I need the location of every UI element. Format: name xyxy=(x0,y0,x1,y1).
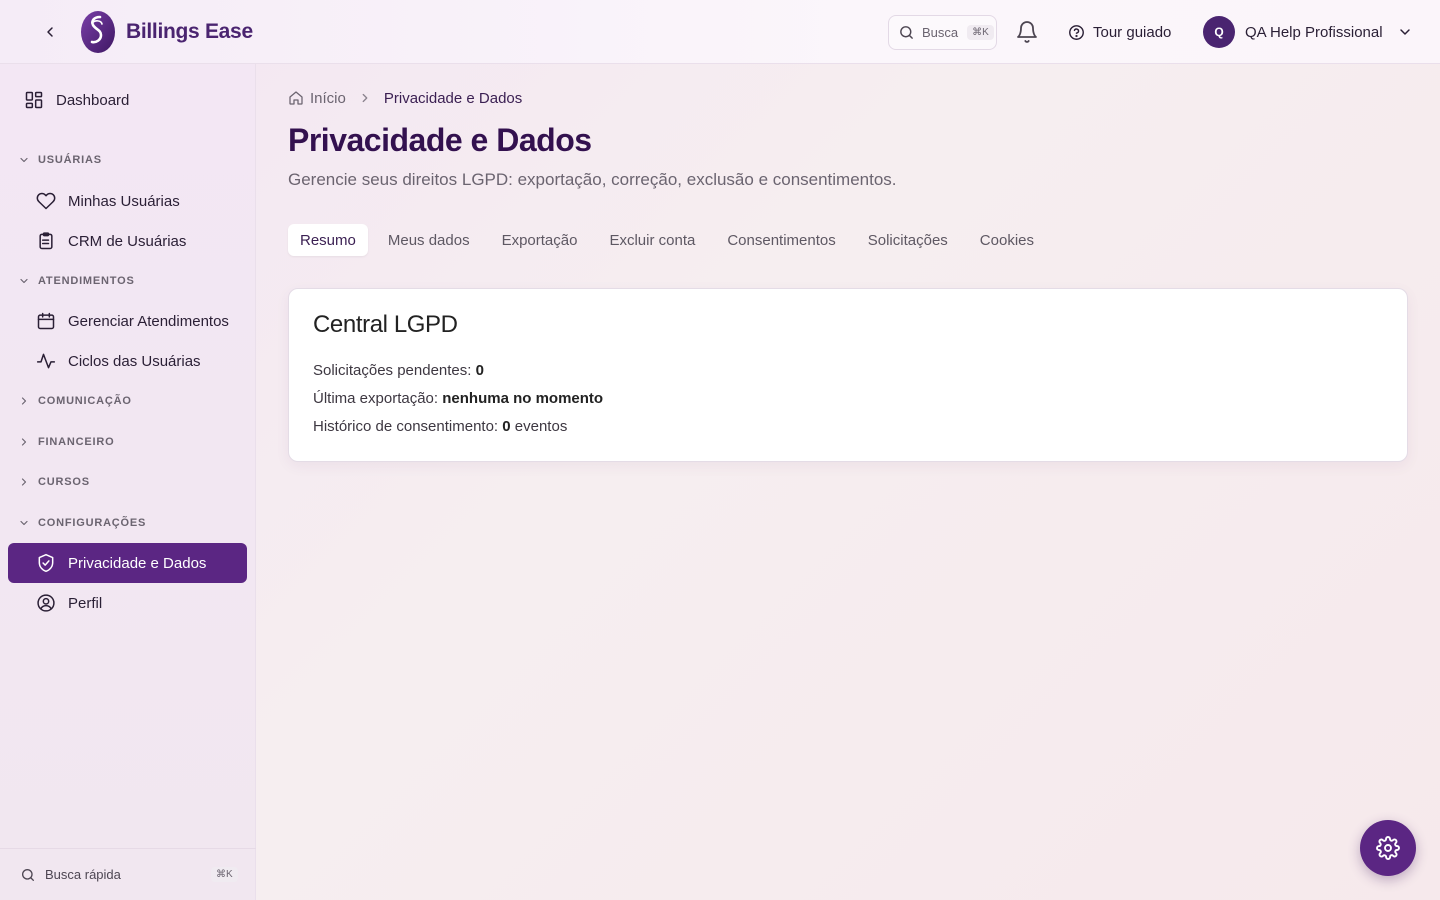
user-name: QA Help Profissional xyxy=(1245,23,1383,41)
avatar: Q xyxy=(1203,16,1235,48)
section-financeiro[interactable]: FINANCEIRO xyxy=(18,432,114,452)
sidebar: Dashboard USUÁRIAS Minhas Usuárias CRM d… xyxy=(0,64,256,900)
lgpd-summary-card: Central LGPD Solicitações pendentes: 0 Ú… xyxy=(288,288,1408,462)
section-label: ATENDIMENTOS xyxy=(38,275,135,287)
last-export-label: Última exportação: xyxy=(313,390,439,407)
shield-check-icon xyxy=(38,553,54,573)
top-bar: Billings Ease Busca ⌘K Tour guiado Q QA … xyxy=(0,0,1440,64)
chevron-down-icon xyxy=(1399,29,1410,35)
quick-search-label: Busca rápida xyxy=(45,867,121,882)
sidebar-item-label: Perfil xyxy=(68,594,103,612)
activity-icon xyxy=(36,353,56,369)
section-label: COMUNICAÇÃO xyxy=(38,395,132,407)
breadcrumb: Início Privacidade e Dados xyxy=(288,88,522,108)
home-icon xyxy=(289,91,303,105)
chevron-down-icon xyxy=(20,157,28,163)
gear-icon xyxy=(1376,836,1400,860)
section-configuracoes[interactable]: CONFIGURAÇÕES xyxy=(18,513,146,533)
section-label: CONFIGURAÇÕES xyxy=(38,517,147,529)
section-cursos[interactable]: CURSOS xyxy=(18,472,90,492)
page-subtitle: Gerencie seus direitos LGPD: exportação,… xyxy=(288,170,897,189)
search-shortcut: ⌘K xyxy=(967,25,994,40)
heart-icon xyxy=(36,192,56,210)
last-export-value: nenhuma no momento xyxy=(442,390,604,407)
app-logo[interactable]: Billings Ease xyxy=(80,10,253,54)
pending-requests-label: Solicitações pendentes: xyxy=(313,362,472,379)
tab-resumo[interactable]: Resumo xyxy=(288,224,368,256)
tab-consentimentos[interactable]: Consentimentos xyxy=(711,224,851,256)
search-icon xyxy=(900,26,913,39)
app-name: Billings Ease xyxy=(126,20,253,43)
help-circle-icon xyxy=(1069,24,1084,40)
chevron-right-icon xyxy=(21,397,27,405)
sidebar-item-perfil[interactable]: Perfil xyxy=(36,583,102,623)
guided-tour-button[interactable]: Tour guiado xyxy=(1068,20,1171,44)
chevron-right-icon xyxy=(362,93,368,103)
sidebar-item-dashboard[interactable]: Dashboard xyxy=(24,80,129,120)
sidebar-item-minhas-usuarias[interactable]: Minhas Usuárias xyxy=(36,181,180,221)
page-title: Privacidade e Dados xyxy=(288,122,592,158)
tab-solicitacoes[interactable]: Solicitações xyxy=(852,224,964,256)
chevron-down-icon xyxy=(20,278,28,284)
quick-search[interactable]: Busca rápida ⌘K xyxy=(0,848,256,900)
breadcrumb-home[interactable]: Início xyxy=(288,90,346,107)
search-button[interactable]: Busca ⌘K xyxy=(888,15,997,50)
settings-fab-button[interactable] xyxy=(1360,820,1416,876)
search-icon xyxy=(22,868,34,881)
bell-icon xyxy=(1017,21,1037,43)
brand-logo-icon xyxy=(81,11,115,53)
tab-meus-dados[interactable]: Meus dados xyxy=(372,224,486,256)
tab-bar: Resumo Meus dados Exportação Excluir con… xyxy=(288,224,1050,256)
quick-search-shortcut: ⌘K xyxy=(211,867,238,882)
section-atendimentos[interactable]: ATENDIMENTOS xyxy=(18,271,135,291)
section-label: CURSOS xyxy=(38,476,90,488)
sidebar-item-privacidade-dados[interactable]: Privacidade e Dados xyxy=(8,543,247,583)
chevron-right-icon xyxy=(21,438,27,446)
card-title: Central LGPD xyxy=(313,311,458,338)
sidebar-item-label: Dashboard xyxy=(56,91,130,109)
consent-history-line: Histórico de consentimento: 0 eventos xyxy=(313,418,567,435)
guided-tour-label: Tour guiado xyxy=(1093,23,1172,41)
section-usuarias[interactable]: USUÁRIAS xyxy=(18,150,102,170)
calendar-icon xyxy=(37,312,55,330)
section-label: USUÁRIAS xyxy=(38,154,102,166)
user-menu[interactable]: Q QA Help Profissional xyxy=(1203,16,1413,48)
user-circle-icon xyxy=(37,594,55,612)
sidebar-item-label: Privacidade e Dados xyxy=(68,554,207,572)
search-label: Busca xyxy=(922,25,959,40)
consent-history-value: 0 xyxy=(502,418,511,435)
sidebar-item-label: CRM de Usuárias xyxy=(68,232,187,250)
sidebar-item-label: Gerenciar Atendimentos xyxy=(68,312,229,330)
consent-history-suffix: eventos xyxy=(514,418,568,435)
tab-excluir-conta[interactable]: Excluir conta xyxy=(593,224,711,256)
notifications-button[interactable] xyxy=(1015,20,1039,44)
sidebar-item-ciclos-usuarias[interactable]: Ciclos das Usuárias xyxy=(36,341,201,381)
chevron-left-icon xyxy=(47,27,53,37)
tab-cookies[interactable]: Cookies xyxy=(964,224,1050,256)
chevron-right-icon xyxy=(21,478,27,486)
pending-requests-line: Solicitações pendentes: 0 xyxy=(313,362,484,379)
sidebar-item-gerenciar-atendimentos[interactable]: Gerenciar Atendimentos xyxy=(36,301,229,341)
back-button[interactable] xyxy=(38,20,62,44)
breadcrumb-current: Privacidade e Dados xyxy=(383,89,523,107)
sidebar-item-label: Ciclos das Usuárias xyxy=(68,352,201,370)
tab-exportacao[interactable]: Exportação xyxy=(486,224,594,256)
dashboard-icon xyxy=(25,91,43,109)
section-label: FINANCEIRO xyxy=(38,436,115,448)
last-export-line: Última exportação: nenhuma no momento xyxy=(313,390,603,407)
sidebar-item-label: Minhas Usuárias xyxy=(68,192,180,210)
section-comunicacao[interactable]: COMUNICAÇÃO xyxy=(18,391,132,411)
consent-history-label: Histórico de consentimento: xyxy=(313,418,499,435)
pending-requests-value: 0 xyxy=(475,362,484,379)
sidebar-item-crm-usuarias[interactable]: CRM de Usuárias xyxy=(36,221,186,261)
breadcrumb-home-label: Início xyxy=(310,89,346,107)
chevron-down-icon xyxy=(20,520,28,526)
clipboard-list-icon xyxy=(39,232,53,250)
